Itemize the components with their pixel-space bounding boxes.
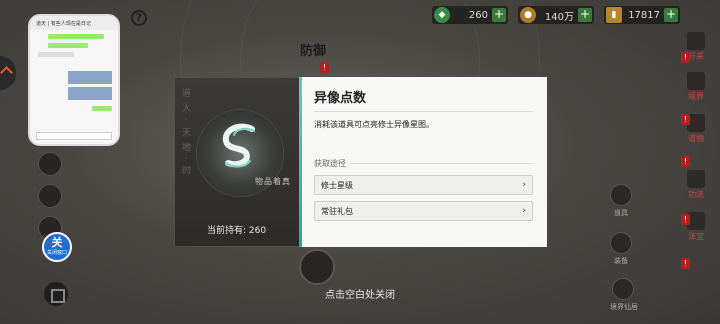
menu-item-realm[interactable]: 境界 — [680, 72, 712, 102]
source-cultivator-star[interactable]: 修士星级 › — [314, 175, 533, 195]
defense-label: 防御 — [300, 44, 327, 59]
gold-coin-icon: ● — [520, 7, 536, 23]
chat-image — [68, 87, 112, 100]
source-label: 修士星级 — [321, 180, 353, 190]
avatar[interactable] — [38, 152, 62, 176]
add-currency-button[interactable]: + — [664, 8, 678, 22]
green-coin-icon: ◆ — [434, 7, 450, 23]
download-icon — [687, 170, 705, 188]
currency-value: 17817 — [628, 9, 660, 21]
acquisition-section-header: 获取途径 — [314, 158, 533, 169]
source-permanent-pack[interactable]: 常驻礼包 › — [314, 201, 533, 221]
swirl-emblem-icon — [222, 123, 255, 168]
currency-gold: ● 140万 + — [518, 6, 594, 24]
chat-message — [92, 106, 112, 111]
menu-item-label: 法宝 — [688, 232, 704, 241]
floating-assistant-ball[interactable]: 关 关闭窗口 — [42, 232, 72, 262]
residence-label: 境界仙居 — [610, 303, 638, 311]
add-currency-button[interactable]: + — [492, 8, 506, 22]
equipment-button[interactable]: 装备 — [608, 232, 634, 268]
chat-header: 道天 | 有些人现在是日记 — [30, 16, 118, 30]
currency-bar: ◆ 260 + ● 140万 + ▮ 17817 + — [432, 6, 680, 24]
menu-item-label: 道物 — [688, 134, 704, 143]
equipment-label: 装备 — [614, 257, 628, 265]
section-divider — [350, 163, 533, 164]
chat-image — [68, 71, 112, 84]
flame-icon — [687, 72, 705, 90]
item-description: 消耗该道具可点亮修士异像星图。 — [314, 120, 434, 129]
items-label: 道具 — [614, 209, 628, 217]
book-icon — [610, 232, 632, 254]
scroll-icon: ▮ — [606, 7, 622, 23]
chat-message — [48, 43, 88, 48]
alert-badge: ! — [681, 52, 690, 63]
avatar[interactable] — [38, 184, 62, 208]
float-ball-sublabel: 关闭窗口 — [46, 250, 67, 256]
add-currency-button[interactable]: + — [578, 8, 592, 22]
chat-message — [38, 52, 74, 57]
alert-badge: ! — [681, 114, 690, 125]
items-button[interactable]: 道具 — [608, 184, 634, 220]
currency-scroll: ▮ 17817 + — [604, 6, 680, 24]
center-portrait-button[interactable] — [299, 249, 335, 285]
section-heading: 获取途径 — [314, 159, 346, 168]
book-icon — [610, 184, 632, 206]
menu-item-label: 境界 — [688, 92, 704, 101]
menu-item-fortune[interactable]: 功法 — [680, 170, 712, 200]
alert-badge: ! — [320, 62, 329, 73]
currency-value: 140万 — [544, 11, 574, 23]
alert-badge: ! — [681, 156, 690, 167]
alert-badge: ! — [681, 258, 690, 269]
chevron-right-icon: › — [522, 180, 526, 190]
chevron-right-icon: › — [522, 206, 526, 216]
floating-chat-window[interactable]: 道天 | 有些人现在是日记 — [28, 14, 120, 146]
emblem-caption: 物品着真 — [255, 177, 291, 186]
close-hint[interactable]: 点击空白处关闭 — [0, 286, 720, 301]
menu-item-label: 功法 — [688, 190, 704, 199]
help-icon[interactable]: ? — [131, 10, 147, 26]
modal-title: 异像点数 — [314, 91, 367, 106]
title-divider — [314, 111, 533, 112]
currency-value: 260 — [468, 9, 488, 21]
source-label: 常驻礼包 — [321, 206, 353, 216]
item-info-panel: 异像点数 消耗该道具可点亮修士异像星图。 获取途径 修士星级 › 常驻礼包 › — [302, 77, 547, 247]
held-count: 当前持有: 260 — [207, 226, 267, 236]
currency-jade: ◆ 260 + — [432, 6, 508, 24]
alert-badge: ! — [681, 214, 690, 225]
item-preview-panel: 道人·天地·时 物品着真 当前持有: 260 — [174, 77, 300, 247]
chat-input[interactable] — [36, 132, 112, 140]
compass-icon — [687, 32, 705, 50]
chat-message — [48, 34, 104, 39]
decorative-vertical-text: 道人·天地·时 — [180, 88, 190, 181]
float-ball-label: 关 — [51, 236, 63, 249]
